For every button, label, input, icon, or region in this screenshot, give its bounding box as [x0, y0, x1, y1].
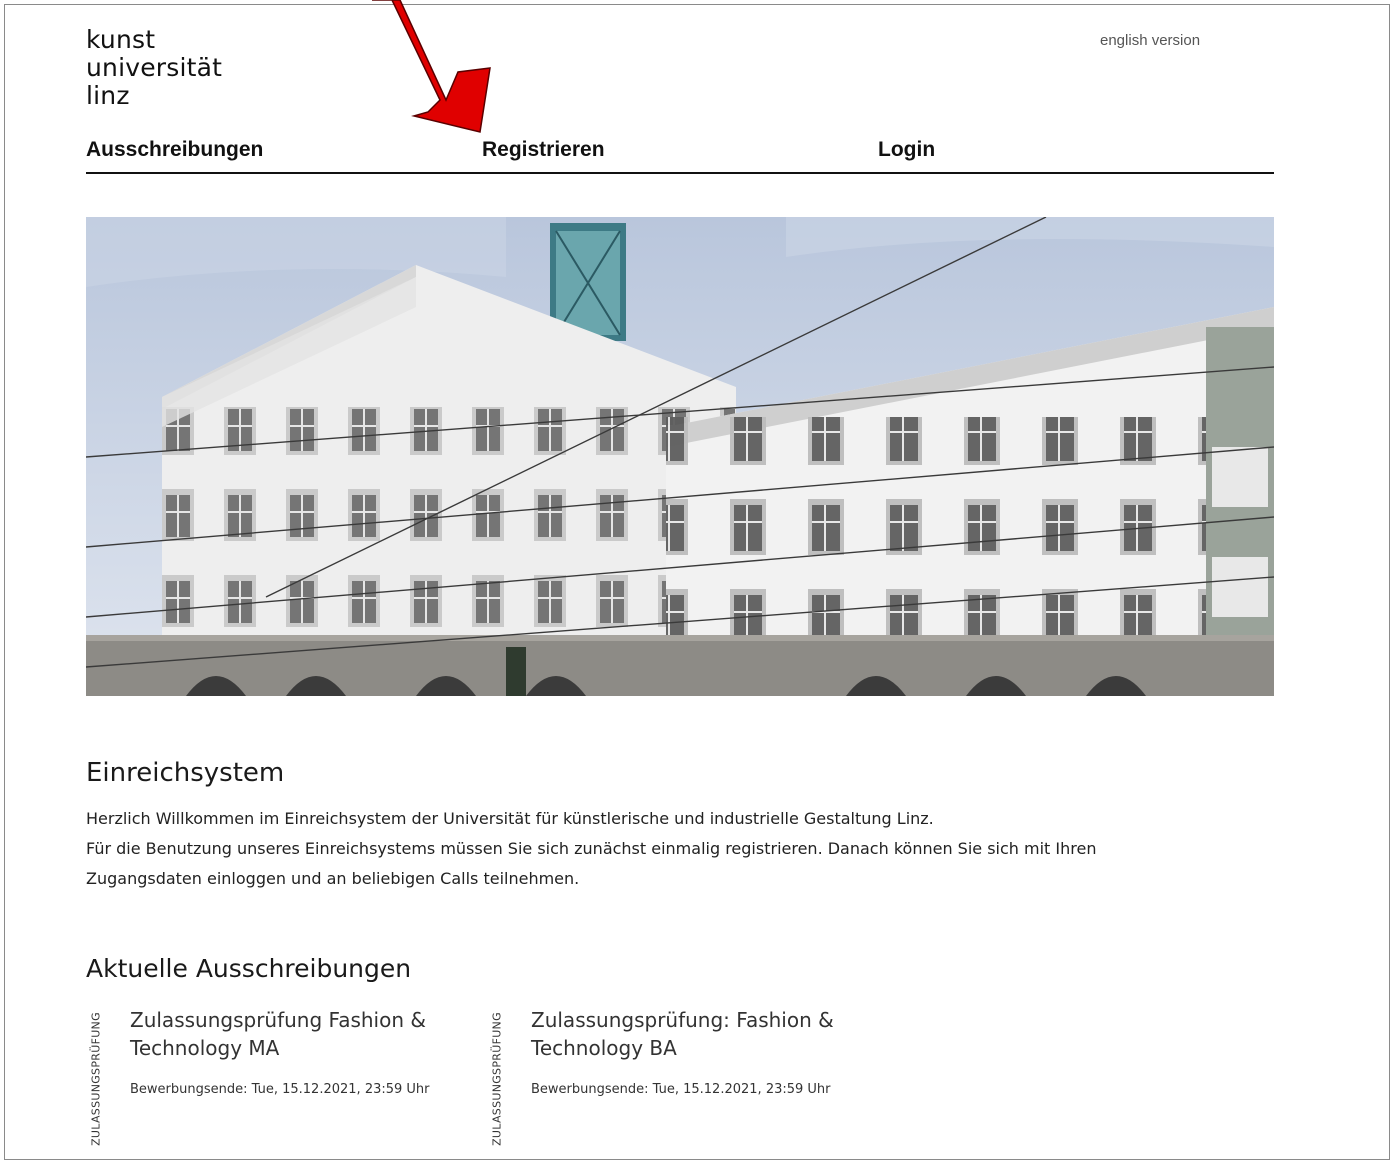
intro-line: Für die Benutzung unseres Einreichsystem…: [86, 839, 1097, 888]
call-category: ZULASSUNGSPRÜFUNG: [490, 1012, 504, 1146]
call-category: ZULASSUNGSPRÜFUNG: [89, 1012, 103, 1146]
call-card[interactable]: ZULASSUNGSPRÜFUNG Zulassungsprüfung Fash…: [86, 1006, 466, 1154]
university-logo[interactable]: kunst universität linz: [86, 26, 222, 110]
call-card[interactable]: ZULASSUNGSPRÜFUNG Zulassungsprüfung: Fas…: [487, 1006, 867, 1154]
logo-line: kunst: [86, 25, 156, 54]
call-title-link[interactable]: Zulassungsprüfung: Fashion & Technology …: [531, 1006, 867, 1062]
page-title: Einreichsystem: [86, 758, 285, 788]
main-navigation: Ausschreibungen Registrieren Login: [86, 136, 1274, 174]
call-title-link[interactable]: Zulassungsprüfung Fashion & Technology M…: [130, 1006, 466, 1062]
nav-login[interactable]: Login: [878, 138, 935, 162]
logo-line: universität: [86, 53, 223, 82]
nav-ausschreibungen[interactable]: Ausschreibungen: [86, 138, 263, 162]
call-deadline: Bewerbungsende: Tue, 15.12.2021, 23:59 U…: [531, 1082, 831, 1097]
logo-line: linz: [86, 81, 130, 110]
call-deadline: Bewerbungsende: Tue, 15.12.2021, 23:59 U…: [130, 1082, 430, 1097]
nav-registrieren[interactable]: Registrieren: [482, 138, 605, 162]
calls-heading: Aktuelle Ausschreibungen: [86, 954, 412, 983]
hero-image: [86, 217, 1274, 696]
intro-text: Herzlich Willkommen im Einreichsystem de…: [86, 804, 1206, 894]
english-version-link[interactable]: english version: [1100, 32, 1200, 49]
intro-line: Herzlich Willkommen im Einreichsystem de…: [86, 809, 934, 828]
